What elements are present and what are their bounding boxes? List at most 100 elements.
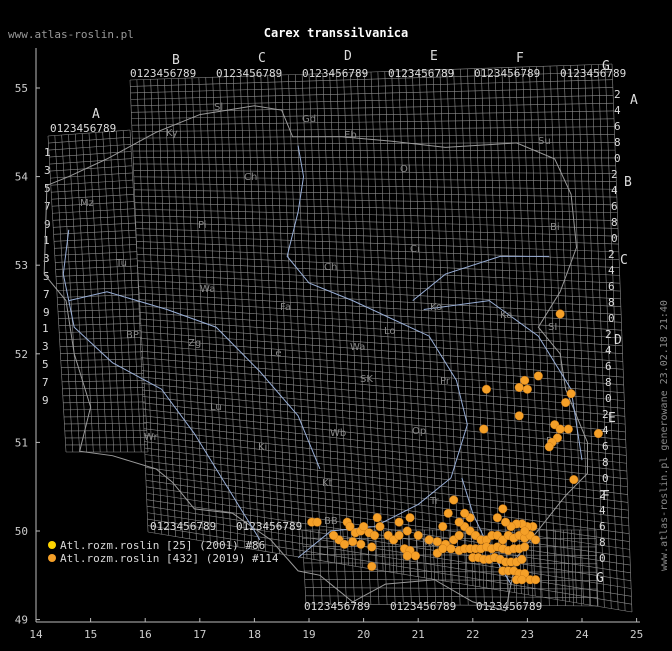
region-label: Lo [384,326,396,337]
grid-digit-strip: 0123456789 [560,67,626,80]
region-label: SK [360,374,373,385]
grid-row-digit: 1 [44,146,51,159]
grid-row-digit: 9 [44,218,51,231]
grid-row-digit: 2 [605,328,612,341]
grid-row-digit: 2 [602,408,609,421]
grid-row-digit: 3 [43,252,50,265]
grid-row-digit: 2 [599,488,606,501]
region-label: Ko [430,302,442,313]
x-tick-label: 14 [29,628,43,641]
grid-row-digit: 7 [43,288,50,301]
grid-row-digit: 8 [611,216,618,229]
x-tick-label: 15 [84,628,97,641]
occurrence-point [413,530,423,540]
region-label: Pr [440,376,451,387]
grid-row-digit: 8 [614,136,621,149]
grid-digit-strip: 0123456789 [390,600,456,613]
region-label: SI [548,322,557,333]
grid-digit-strip: 0123456789 [304,600,370,613]
grid-row-digit: 6 [599,520,606,533]
grid-row-digit: 4 [599,504,606,517]
grid-column-letter: E [430,49,438,64]
y-tick-label: 54 [15,171,29,184]
occurrence-point [481,384,491,394]
region-label: Ch [244,172,257,183]
region-label: BB [324,516,338,527]
region-label: Gd [302,114,316,125]
occurrence-point [460,508,470,518]
occurrence-point [367,542,377,552]
occurrence-point [367,561,377,571]
grid-row-digit: 6 [608,280,615,293]
y-tick-label: 53 [15,259,28,272]
grid-row-digit: 7 [42,376,49,389]
region-label: Mz [80,198,94,209]
occurrence-point [531,575,541,585]
grid-digit-strip: 0123456789 [388,67,454,80]
grid-column-letter: D [344,49,352,64]
region-label: Wb [330,428,346,439]
legend-item-2001: Atl.rozm.roslin [25] (2001) #86 [48,539,265,552]
grid-digit-strip: 0123456789 [302,67,368,80]
grid-column-letter: C [258,51,266,66]
region-label: Ch [324,262,337,273]
grid-row-digit: 0 [599,552,606,565]
region-label: Ka [500,310,513,321]
x-tick-label: 18 [248,628,261,641]
occurrence-point [498,504,508,514]
grid-row-letter: G [596,571,604,586]
grid-column-letter: B [172,53,180,68]
occurrence-point [520,542,530,552]
grid-row-digit: 0 [602,472,609,485]
occurrence-point [348,537,358,547]
grid-digit-strip: 0123456789 [130,67,196,80]
y-tick-label: 49 [15,614,28,627]
grid-row-digit: 7 [44,200,51,213]
grid-row-digit: 9 [43,306,50,319]
grid-row-digit: 2 [614,88,621,101]
occurrence-point [454,530,464,540]
region-label: BP [126,330,139,341]
occurrence-point [394,517,404,527]
grid-row-digit: 6 [611,200,618,213]
region-label: Kt [322,478,333,489]
occurrence-point [522,384,532,394]
grid-digit-strip: 0123456789 [150,520,216,533]
region-label: Lu [210,402,222,413]
legend-dot-orange [48,554,56,562]
x-tick-label: 23 [521,628,534,641]
grid-row-digit: 8 [599,536,606,549]
grid-row-digit: 8 [605,376,612,389]
occurrence-point [438,544,448,554]
legend-dot-yellow [48,541,56,549]
occurrence-point [372,513,382,523]
occurrence-point [329,530,339,540]
grid-row-digit: 4 [614,104,621,117]
grid-digit-strip: 0123456789 [236,520,302,533]
occurrence-point [405,513,415,523]
x-tick-label: 17 [193,628,206,641]
x-tick-label: 24 [575,628,589,641]
grid-row-digit: 5 [42,358,49,371]
occurrence-point [517,575,527,585]
grid-row-digit: 2 [611,168,618,181]
grid-digit-strip: 0123456789 [216,67,282,80]
grid-row-letter: B [624,175,632,190]
grid-row-letter: E [608,411,616,426]
x-tick-label: 16 [139,628,152,641]
y-tick-label: 52 [15,348,28,361]
y-tick-label: 50 [15,525,28,538]
x-tick-label: 19 [302,628,315,641]
occurrence-point [563,424,573,434]
region-label: Wa [200,284,215,295]
grid-row-letter: C [620,253,628,268]
grid-column-letter: F [516,51,524,66]
grid-row-digit: 4 [611,184,618,197]
grid-row-digit: 2 [608,248,615,261]
occurrence-point [356,539,366,549]
region-label: Bi [550,222,560,233]
grid-row-digit: 0 [605,392,612,405]
occurrence-point [544,442,554,452]
occurrence-point [479,424,489,434]
grid-row-digit: 3 [44,164,51,177]
